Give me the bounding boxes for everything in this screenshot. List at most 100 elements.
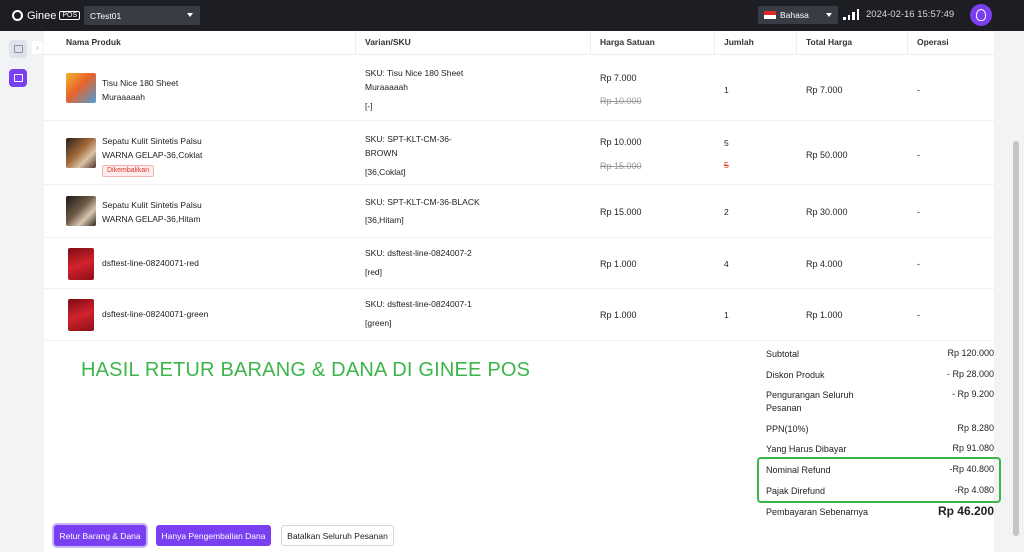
order-icon	[13, 74, 23, 82]
current-datetime: 2024-02-16 15:57:49	[866, 9, 955, 20]
store-select[interactable]: CTest01	[84, 6, 200, 25]
quantity: 1	[724, 310, 729, 320]
summary-subtotal-label: Subtotal	[766, 349, 800, 359]
top-bar: Ginee POS CTest01 Bahasa 2024-02-16 15:5…	[0, 0, 1024, 31]
user-avatar[interactable]	[970, 4, 992, 26]
column-divider	[714, 31, 715, 54]
signal-icon	[843, 9, 859, 20]
product-thumbnail	[66, 138, 96, 168]
product-name-line: WARNA GELAP-36,Coklat	[102, 150, 203, 160]
cart-icon	[13, 45, 23, 53]
product-name-line: Sepatu Kulit Sintetis Palsu	[102, 136, 202, 146]
summary-order-reduction-value: - Rp 9.200	[951, 389, 994, 399]
column-divider	[796, 31, 797, 54]
product-variant: [36,Coklat]	[365, 167, 406, 177]
total-price: Rp 4.000	[806, 259, 843, 269]
product-variant: [36,Hitam]	[365, 215, 404, 225]
sku-line: SKU: dsftest-line-0824007-1	[365, 299, 472, 309]
quantity: 5	[724, 138, 729, 148]
product-thumbnail	[68, 299, 94, 331]
product-thumbnail	[66, 196, 96, 226]
language-select-value: Bahasa	[780, 10, 809, 20]
column-header-operation: Operasi	[917, 37, 949, 47]
summary-ppn-label: PPN(10%)	[766, 424, 809, 434]
ginee-logo-icon	[12, 10, 23, 21]
brand-name: Ginee	[27, 9, 57, 22]
column-header-variant-sku: Varian/SKU	[365, 37, 411, 47]
return-goods-and-funds-button[interactable]: Retur Barang & Dana	[54, 525, 146, 546]
chevron-down-icon	[187, 13, 193, 17]
chevron-right-icon: ›	[36, 43, 39, 52]
unit-price: Rp 1.000	[600, 259, 637, 269]
summary-ppn-value: Rp 8.280	[957, 423, 994, 433]
sku-line: SKU: Tisu Nice 180 Sheet	[365, 68, 464, 78]
brand-pos-badge: POS	[59, 11, 81, 20]
summary-discount-label: Diskon Produk	[766, 370, 825, 380]
summary-refund-label: Nominal Refund	[766, 465, 831, 475]
product-sku: SKU: SPT-KLT-CM-36-BLACK	[365, 195, 485, 209]
refund-only-button[interactable]: Hanya Pengembalian Dana	[156, 525, 271, 546]
unit-price: Rp 1.000	[600, 310, 637, 320]
rail-cart-button[interactable]	[9, 40, 27, 58]
cancel-entire-order-button[interactable]: Batalkan Seluruh Pesanan	[281, 525, 394, 546]
store-select-value: CTest01	[90, 10, 122, 21]
product-name-line: Sepatu Kulit Sintetis Palsu	[102, 200, 202, 210]
column-header-total-price: Total Harga	[806, 37, 853, 47]
product-name[interactable]: Sepatu Kulit Sintetis Palsu WARNA GELAP-…	[102, 134, 222, 177]
product-name-line: WARNA GELAP-36,Hitam	[102, 214, 201, 224]
left-rail: ›	[0, 31, 43, 552]
product-name[interactable]: Sepatu Kulit Sintetis Palsu WARNA GELAP-…	[102, 198, 222, 226]
annotation-headline: HASIL RETUR BARANG & DANA DI GINEE POS	[81, 359, 531, 381]
returned-status-badge: Dikembalikan	[102, 165, 155, 177]
product-name[interactable]: dsftest-line-08240071-red	[102, 256, 252, 270]
summary-actual-payment-label: Pembayaran Sebenarnya	[766, 507, 869, 517]
product-name-line: dsftest-line-08240071-red	[102, 258, 199, 268]
table-row: dsftest-line-08240071-green SKU: dsftest…	[44, 289, 994, 341]
column-header-quantity: Jumlah	[724, 37, 754, 47]
operation: -	[917, 259, 920, 269]
table-row: dsftest-line-08240071-red SKU: dsftest-l…	[44, 238, 994, 289]
unit-price: Rp 15.000	[600, 207, 642, 217]
unit-price: Rp 10.000	[600, 137, 642, 147]
sku-line: SKU: SPT-KLT-CM-36-BLACK	[365, 197, 480, 207]
total-price: Rp 50.000	[806, 150, 848, 160]
quantity: 4	[724, 259, 729, 269]
product-sku: SKU: dsftest-line-0824007-2	[365, 246, 525, 260]
product-name-line: Muraaaaah	[102, 92, 146, 102]
unit-price: Rp 7.000	[600, 73, 637, 83]
quantity: 1	[724, 85, 729, 95]
total-price: Rp 30.000	[806, 207, 848, 217]
page-scrollbar[interactable]	[1013, 141, 1019, 536]
product-name[interactable]: dsftest-line-08240071-green	[102, 307, 252, 321]
column-divider	[907, 31, 908, 54]
total-price: Rp 7.000	[806, 85, 843, 95]
rail-order-button[interactable]	[9, 69, 27, 87]
sku-line: SKU: dsftest-line-0824007-2	[365, 248, 472, 258]
product-name[interactable]: Tisu Nice 180 Sheet Muraaaaah	[102, 76, 222, 104]
summary-tax-refund-value: -Rp 4.080	[954, 485, 994, 495]
column-divider	[355, 31, 356, 54]
sku-line: BROWN	[365, 148, 398, 158]
summary-tax-refund-label: Pajak Direfund	[766, 486, 826, 496]
operation: -	[917, 150, 920, 160]
brand[interactable]: Ginee POS	[12, 9, 81, 22]
column-header-unit-price: Harga Satuan	[600, 37, 655, 47]
product-thumbnail	[66, 73, 96, 103]
indonesia-flag-icon	[764, 11, 776, 19]
summary-payable-label: Yang Harus Dibayar	[766, 444, 847, 454]
table-row: Sepatu Kulit Sintetis Palsu WARNA GELAP-…	[44, 121, 994, 185]
column-divider	[590, 31, 591, 54]
summary-refund-value: -Rp 40.800	[949, 464, 994, 474]
product-thumbnail	[68, 248, 94, 280]
language-select[interactable]: Bahasa	[758, 6, 838, 24]
column-header-product: Nama Produk	[66, 37, 121, 47]
table-row: Tisu Nice 180 Sheet Muraaaaah SKU: Tisu …	[44, 55, 994, 121]
sku-line: Muraaaaah	[365, 82, 409, 92]
product-sku: SKU: dsftest-line-0824007-1	[365, 297, 525, 311]
summary-subtotal-value: Rp 120.000	[947, 348, 994, 358]
product-variant: [red]	[365, 267, 383, 277]
summary-order-reduction-label: Pengurangan Seluruh Pesanan	[766, 390, 854, 413]
collapse-rail-button[interactable]: ›	[32, 41, 43, 54]
original-unit-price: Rp 15.000	[600, 161, 642, 171]
table-row: Sepatu Kulit Sintetis Palsu WARNA GELAP-…	[44, 185, 994, 238]
